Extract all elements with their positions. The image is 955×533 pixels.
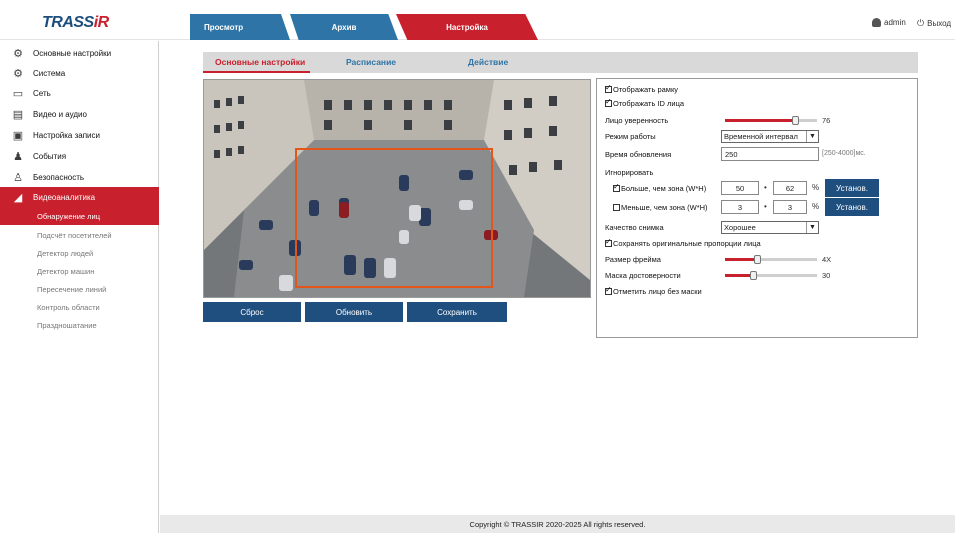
show-frame-checkbox[interactable] — [605, 83, 612, 93]
mask-confidence-slider-knob[interactable] — [749, 271, 757, 280]
frame-size-slider-knob[interactable] — [754, 255, 762, 264]
keep-ratio-option[interactable]: Сохранять оригинальные пропорции лица — [605, 237, 761, 248]
subtab-basic-settings[interactable]: Основные настройки — [215, 57, 305, 67]
sidebar-subitem-car-detector[interactable]: Детектор машин — [0, 262, 159, 280]
subtab-schedule[interactable]: Расписание — [346, 57, 396, 67]
smaller-than-option[interactable]: Меньше, чем зона (W*H) — [613, 203, 708, 212]
sidebar-item-analytics[interactable]: ◢ Видеоаналитика — [0, 187, 159, 207]
frame-size-slider[interactable] — [725, 255, 817, 264]
mode-label: Режим работы — [605, 132, 656, 141]
sidebar-subitem-loitering[interactable]: Праздношатание — [0, 316, 159, 334]
save-icon: ▣ — [12, 129, 24, 142]
smaller-percent: % — [812, 202, 820, 211]
sidebar: ⚙ Основные настройки ⚙ Система ▭ Сеть ▤ Виде… — [0, 41, 159, 533]
user-icon — [872, 18, 881, 27]
header: TRASSiR Просмотр Архив Настройка admin ⏻… — [0, 0, 955, 40]
sidebar-subitem-face-detection[interactable]: Обнаружение лиц — [0, 207, 159, 225]
keep-ratio-checkbox[interactable] — [605, 237, 612, 247]
larger-height-input[interactable]: 62 — [773, 181, 807, 195]
sidebar-item-network[interactable]: ▭ Сеть — [0, 83, 159, 103]
show-frame-option[interactable]: Отображать рамку — [605, 83, 678, 94]
sidebar-item-system[interactable]: ⚙ Система — [0, 63, 159, 83]
mark-no-mask-checkbox[interactable] — [605, 285, 612, 295]
confidence-slider-fill — [725, 119, 795, 122]
larger-width-input[interactable]: 50 — [721, 181, 759, 195]
save-button[interactable]: Сохранить — [407, 302, 507, 322]
larger-separator: • — [764, 183, 767, 192]
trassir-logo: TRASSiR — [42, 14, 109, 31]
chevron-down-icon: ▼ — [806, 222, 818, 233]
analytics-icon: ◢ — [13, 191, 23, 204]
gear-icon: ⚙ — [13, 47, 23, 60]
sidebar-item-events[interactable]: ♟ События — [0, 146, 159, 166]
active-subtab-underline — [203, 71, 310, 73]
mask-confidence-slider[interactable] — [725, 271, 817, 280]
sidebar-subitem-area-control[interactable]: Контроль области — [0, 298, 159, 316]
sidebar-subitem-visitor-count[interactable]: Подсчёт посетителей — [0, 226, 159, 244]
mode-select[interactable]: Временной интервал ▼ — [721, 130, 819, 143]
quality-select[interactable]: Хорошее ▼ — [721, 221, 819, 234]
larger-than-option[interactable]: Больше, чем зона (W*H) — [613, 182, 706, 193]
chevron-down-icon: ▼ — [806, 131, 818, 142]
tab-settings[interactable]: Настройка — [396, 14, 538, 40]
frame-size-value: 4X — [822, 255, 832, 264]
camera-preview[interactable] — [203, 79, 591, 298]
reset-button[interactable]: Сброс — [203, 302, 301, 322]
mask-confidence-slider-fill — [725, 274, 753, 277]
show-face-id-checkbox[interactable] — [605, 97, 612, 107]
update-time-input[interactable]: 250 — [721, 147, 819, 161]
confidence-slider-knob[interactable] — [791, 116, 799, 125]
subtabs-bar: Основные настройки Расписание Действие — [203, 52, 918, 73]
mark-no-mask-option[interactable]: Отметить лицо без маски — [605, 285, 702, 296]
footer: Copyright © TRASSIR 2020-2025 All rights… — [160, 515, 955, 533]
sidebar-item-basic-settings[interactable]: ⚙ Основные настройки — [0, 43, 159, 63]
larger-percent: % — [812, 183, 820, 192]
camera-scene — [204, 80, 590, 297]
logout-button[interactable]: ⏻ Выход — [917, 18, 951, 29]
confidence-label: Лицо уверенность — [605, 116, 669, 125]
update-time-label: Время обновления — [605, 150, 672, 159]
username: admin — [884, 18, 906, 27]
smaller-width-input[interactable]: 3 — [721, 200, 759, 214]
sidebar-subitem-line-crossing[interactable]: Пересечение линий — [0, 280, 159, 298]
tab-view[interactable]: Просмотр — [190, 14, 290, 40]
confidence-value: 76 — [822, 116, 831, 125]
larger-set-button[interactable]: Установ. — [825, 179, 879, 197]
smaller-set-button[interactable]: Установ. — [825, 198, 879, 216]
user-shield-icon: ♙ — [13, 171, 23, 184]
face-detection-settings-panel: Отображать рамку Отображать ID лица Лицо… — [596, 78, 918, 338]
app-root: TRASSiR Просмотр Архив Настройка admin ⏻… — [0, 0, 955, 533]
smaller-separator: • — [764, 202, 767, 211]
ignore-label: Игнорировать — [605, 168, 654, 177]
gears-icon: ⚙ — [13, 67, 23, 80]
show-face-id-option[interactable]: Отображать ID лица — [605, 97, 684, 108]
tab-archive[interactable]: Архив — [290, 14, 398, 40]
copyright-text: Copyright © TRASSIR 2020-2025 All rights… — [469, 519, 646, 529]
sidebar-item-security[interactable]: ♙ Безопасность — [0, 167, 159, 187]
user-menu[interactable]: admin — [872, 18, 906, 27]
smaller-than-checkbox[interactable] — [613, 204, 620, 211]
mask-confidence-label: Маска достоверности — [605, 271, 681, 280]
subtab-action[interactable]: Действие — [468, 57, 508, 67]
bell-icon: ♟ — [13, 150, 23, 163]
smaller-height-input[interactable]: 3 — [773, 200, 807, 214]
logout-label: Выход — [927, 19, 952, 28]
confidence-slider[interactable] — [725, 116, 817, 125]
refresh-button[interactable]: Обновить — [305, 302, 403, 322]
sidebar-item-video-audio[interactable]: ▤ Видео и аудио — [0, 104, 159, 124]
video-icon: ▤ — [12, 108, 24, 121]
sidebar-item-recording[interactable]: ▣ Настройка записи — [0, 125, 159, 145]
network-icon: ▭ — [12, 87, 24, 100]
larger-than-checkbox[interactable] — [613, 182, 620, 192]
quality-label: Качество снимка — [605, 223, 664, 232]
update-time-hint: [250-4000]мс. — [822, 150, 866, 157]
frame-size-slider-fill — [725, 258, 758, 261]
power-icon: ⏻ — [917, 18, 925, 28]
frame-size-label: Размер фрейма — [605, 255, 661, 264]
sidebar-subitem-people-detector[interactable]: Детектор людей — [0, 244, 159, 262]
mask-confidence-value: 30 — [822, 271, 831, 280]
